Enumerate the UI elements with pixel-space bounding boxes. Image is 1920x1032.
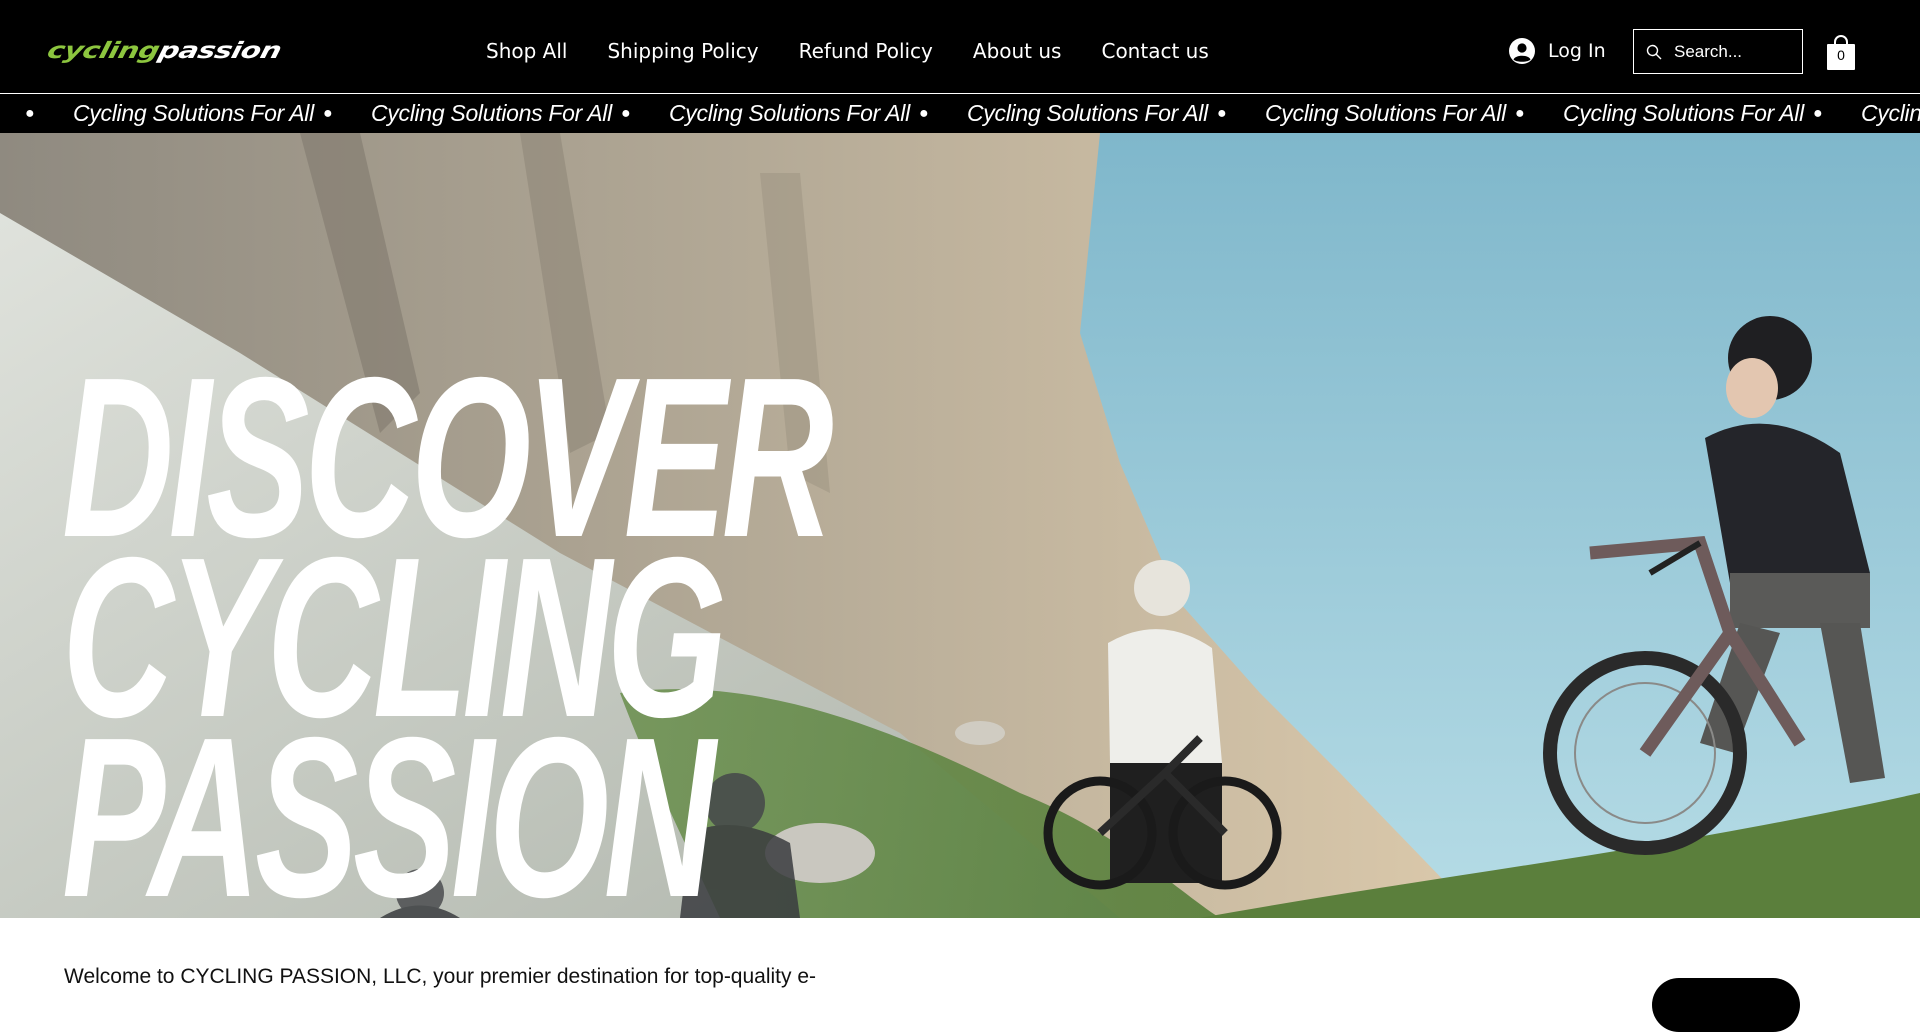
marquee-text: Cycling Solutions For All — [73, 100, 314, 126]
welcome-text: Welcome to CYCLING PASSION, LLC, your pr… — [64, 965, 817, 988]
cart-button[interactable]: 0 — [1826, 33, 1856, 71]
hero-banner: DISCOVER CYCLING PASSION — [0, 133, 1920, 918]
announcement-marquee: ● Cycling Solutions For All ● Cycling So… — [0, 93, 1920, 133]
search-input[interactable] — [1672, 40, 1792, 63]
cart-count: 0 — [1837, 47, 1845, 63]
search-box[interactable] — [1633, 29, 1803, 74]
login-button[interactable]: Log In — [1508, 33, 1606, 69]
marquee-text: Cycling Solutions For All — [1563, 100, 1804, 126]
nav-contact-us[interactable]: Contact us — [1081, 39, 1228, 63]
site-logo[interactable]: cycling passion — [44, 34, 285, 65]
logo-text-cycling: cycling — [44, 36, 163, 64]
bullet-icon: ● — [1813, 104, 1823, 122]
logo-text-passion: passion — [155, 36, 285, 64]
hero-title: DISCOVER CYCLING PASSION — [62, 344, 834, 918]
marquee-item: ● Cycling Solutions For All — [621, 100, 919, 127]
bullet-icon: ● — [919, 104, 929, 122]
bullet-icon: ● — [25, 104, 35, 122]
bullet-icon: ● — [323, 104, 333, 122]
marquee-item: ● Cycling Solutions For All — [1515, 100, 1813, 127]
search-icon — [1646, 44, 1662, 59]
marquee-track: ● Cycling Solutions For All ● Cycling So… — [25, 100, 1920, 127]
login-label: Log In — [1548, 40, 1606, 62]
nav-shipping-policy[interactable]: Shipping Policy — [587, 39, 778, 63]
bullet-icon: ● — [621, 104, 631, 122]
marquee-text: Cycling Solutions For All — [371, 100, 612, 126]
bullet-icon: ● — [1515, 104, 1525, 122]
main-nav: Shop All Shipping Policy Refund Policy A… — [466, 30, 1229, 72]
marquee-text: Cycling Solutions For All — [1861, 100, 1920, 126]
site-header: cycling passion Shop All Shipping Policy … — [0, 0, 1920, 93]
marquee-item: ● Cycling Solutions For All — [323, 100, 621, 127]
marquee-text: Cycling Solutions For All — [967, 100, 1208, 126]
marquee-item: ● Cycling Solutions For All — [1217, 100, 1515, 127]
marquee-text: Cycling Solutions For All — [669, 100, 910, 126]
marquee-text: Cycling Solutions For All — [1265, 100, 1506, 126]
marquee-item: ● Cycling Solutions For All — [919, 100, 1217, 127]
nav-refund-policy[interactable]: Refund Policy — [779, 39, 953, 63]
marquee-item: ● Cycling Solutions For All — [25, 100, 323, 127]
cta-button[interactable] — [1652, 978, 1800, 1032]
marquee-item: ● Cycling Solutions For All — [1813, 100, 1920, 127]
nav-shop-all[interactable]: Shop All — [466, 39, 587, 63]
nav-about-us[interactable]: About us — [953, 39, 1082, 63]
user-avatar-icon — [1509, 38, 1535, 64]
bullet-icon: ● — [1217, 104, 1227, 122]
